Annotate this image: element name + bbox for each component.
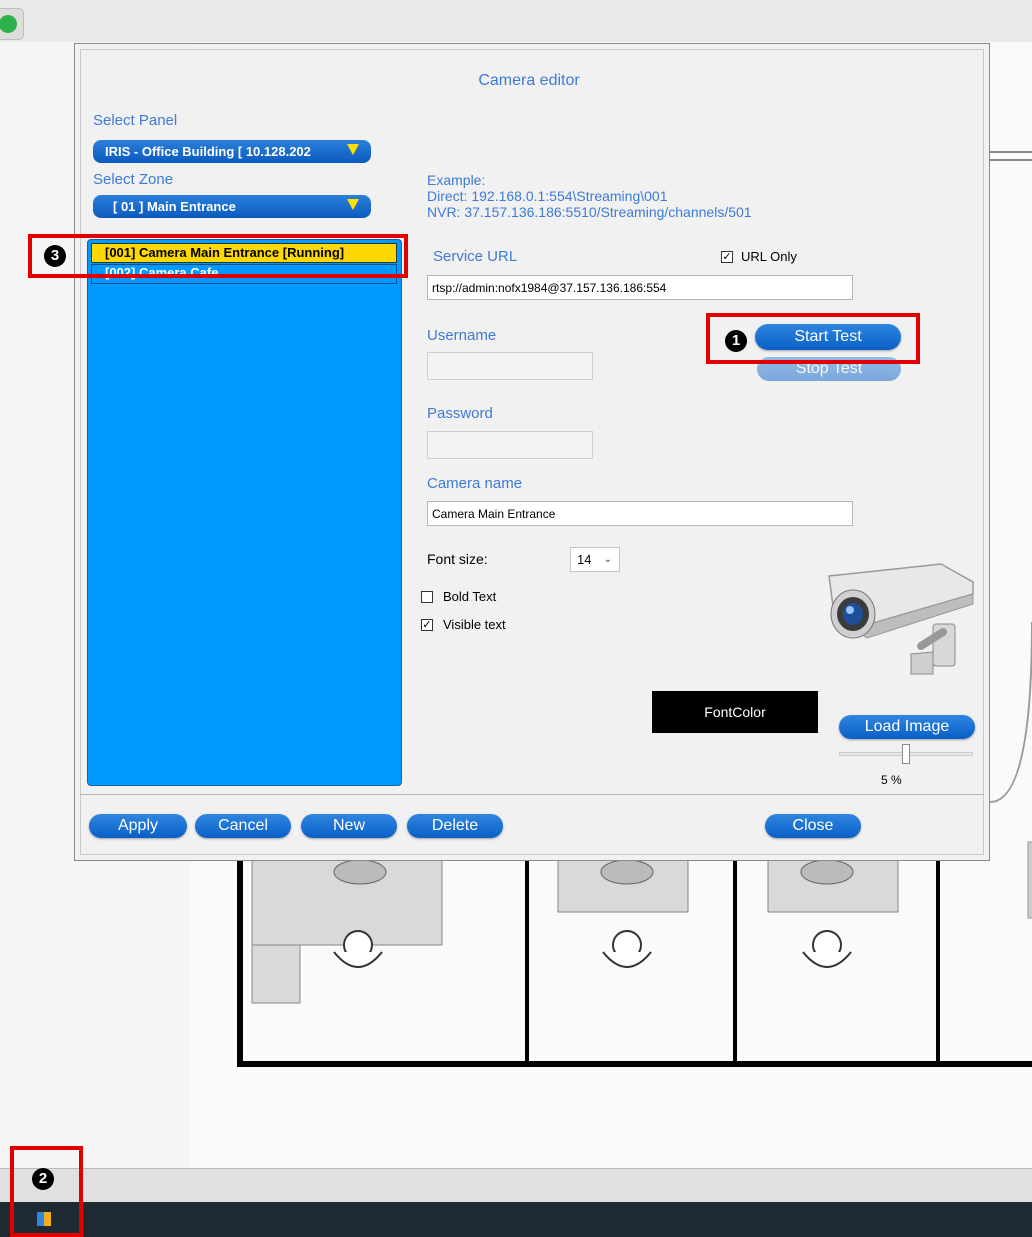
annotation-marker-2: 2: [32, 1168, 54, 1190]
select-zone-dropdown[interactable]: [ 01 ] Main Entrance: [93, 195, 371, 218]
apply-button[interactable]: Apply: [89, 814, 187, 838]
select-zone-value: [ 01 ] Main Entrance: [113, 199, 236, 214]
example-heading: Example:: [427, 172, 486, 188]
camera-name-input[interactable]: [427, 501, 853, 526]
bold-text-label: Bold Text: [443, 589, 497, 604]
password-input[interactable]: [427, 431, 593, 459]
font-size-value: 14: [577, 552, 592, 567]
app-top-bar: [0, 0, 1032, 43]
url-only-label: URL Only: [741, 249, 797, 264]
font-size-select[interactable]: 14 ⌄: [570, 547, 620, 572]
font-color-button[interactable]: FontColor: [652, 691, 818, 733]
example-nvr: NVR: 37.157.136.186:5510/Streaming/chann…: [427, 204, 752, 220]
camera-name-label: Camera name: [427, 475, 523, 492]
camera-editor-dialog: Camera editor Select Panel IRIS - Office…: [74, 43, 990, 861]
zoom-percent: 5 %: [881, 773, 902, 787]
delete-button[interactable]: Delete: [407, 814, 503, 838]
taskbar-icon-highlight: [10, 1146, 83, 1237]
annotation-marker-1: 1: [725, 330, 747, 352]
chevron-down-icon: [347, 199, 359, 210]
close-button[interactable]: Close: [765, 814, 861, 838]
font-size-label: Font size:: [427, 551, 488, 567]
load-image-button[interactable]: Load Image: [839, 715, 975, 739]
example-text: Example: Direct: 192.168.0.1:554\Streami…: [427, 172, 752, 220]
select-panel-label: Select Panel: [93, 112, 178, 129]
chevron-down-icon: [347, 144, 359, 155]
username-input[interactable]: [427, 352, 593, 380]
app-status-icon[interactable]: [0, 8, 24, 40]
select-zone-label: Select Zone: [93, 171, 174, 188]
example-direct: Direct: 192.168.0.1:554\Streaming\001: [427, 188, 668, 204]
security-camera-icon: [828, 563, 974, 675]
zoom-slider[interactable]: [839, 744, 973, 764]
select-panel-dropdown[interactable]: IRIS - Office Building [ 10.128.202: [93, 140, 371, 163]
chevron-down-icon: ⌄: [603, 554, 612, 565]
cancel-button[interactable]: Cancel: [195, 814, 291, 838]
status-strip: [0, 1168, 1032, 1203]
dialog-divider: [80, 794, 984, 795]
camera-preview-image: [823, 554, 983, 684]
dialog-title: Camera editor: [478, 72, 580, 89]
zoom-slider-thumb[interactable]: [902, 744, 910, 764]
camera-list[interactable]: [001] Camera Main Entrance [Running] [00…: [87, 239, 402, 786]
annotation-marker-3: 3: [44, 245, 66, 267]
checkmark-icon: ✓: [422, 619, 432, 631]
service-url-label: Service URL: [433, 248, 518, 265]
url-only-checkbox[interactable]: ✓: [721, 251, 733, 263]
checkmark-icon: ✓: [722, 251, 732, 263]
bold-text-checkbox[interactable]: [421, 591, 433, 603]
taskbar: [0, 1202, 1032, 1237]
visible-text-checkbox[interactable]: ✓: [421, 619, 433, 631]
password-label: Password: [427, 405, 493, 422]
camera-row-highlight: [28, 234, 408, 278]
new-button[interactable]: New: [301, 814, 397, 838]
select-panel-value: IRIS - Office Building [ 10.128.202: [105, 144, 311, 159]
service-url-input[interactable]: [427, 275, 853, 300]
visible-text-label: Visible text: [443, 617, 506, 632]
username-label: Username: [427, 327, 497, 344]
